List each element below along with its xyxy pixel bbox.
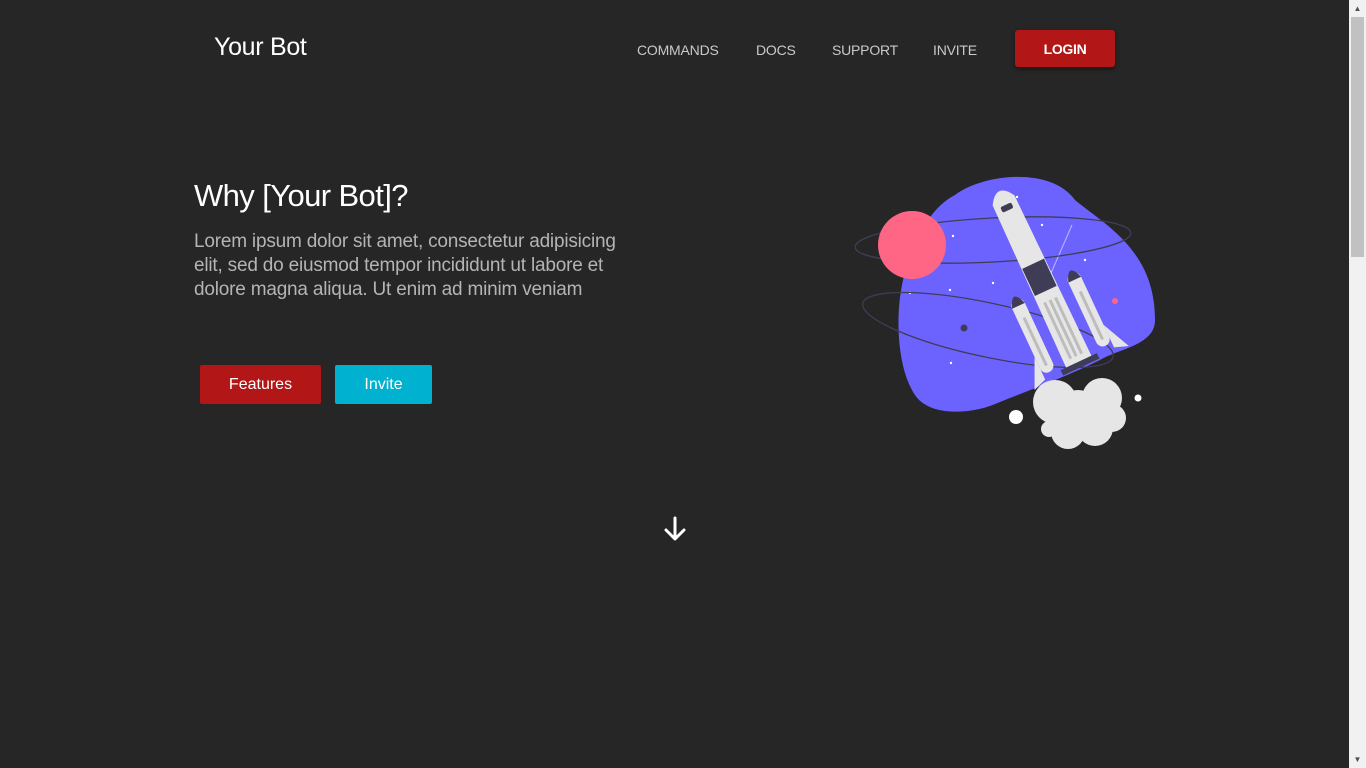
login-button[interactable]: LOGIN <box>1015 30 1115 67</box>
arrow-down-icon[interactable] <box>663 516 687 542</box>
rocket-launch-illustration <box>854 176 1155 449</box>
nav-invite[interactable]: INVITE <box>933 42 977 58</box>
features-button[interactable]: Features <box>200 365 321 404</box>
nav-support[interactable]: SUPPORT <box>832 42 898 58</box>
scrollbar[interactable]: ▲ ▼ <box>1349 0 1366 768</box>
invite-button[interactable]: Invite <box>335 365 432 404</box>
brand-logo[interactable]: Your Bot <box>214 33 307 62</box>
scroll-down-icon[interactable]: ▼ <box>1349 751 1366 768</box>
hero-title: Why [Your Bot]? <box>194 178 408 213</box>
nav-commands[interactable]: COMMANDS <box>637 42 719 58</box>
page: Your Bot COMMANDS DOCS SUPPORT INVITE LO… <box>0 0 1349 768</box>
nav-docs[interactable]: DOCS <box>756 42 796 58</box>
scrollbar-thumb[interactable] <box>1351 17 1364 257</box>
hero-description: Lorem ipsum dolor sit amet, consectetur … <box>194 231 616 300</box>
scroll-up-icon[interactable]: ▲ <box>1349 0 1366 17</box>
